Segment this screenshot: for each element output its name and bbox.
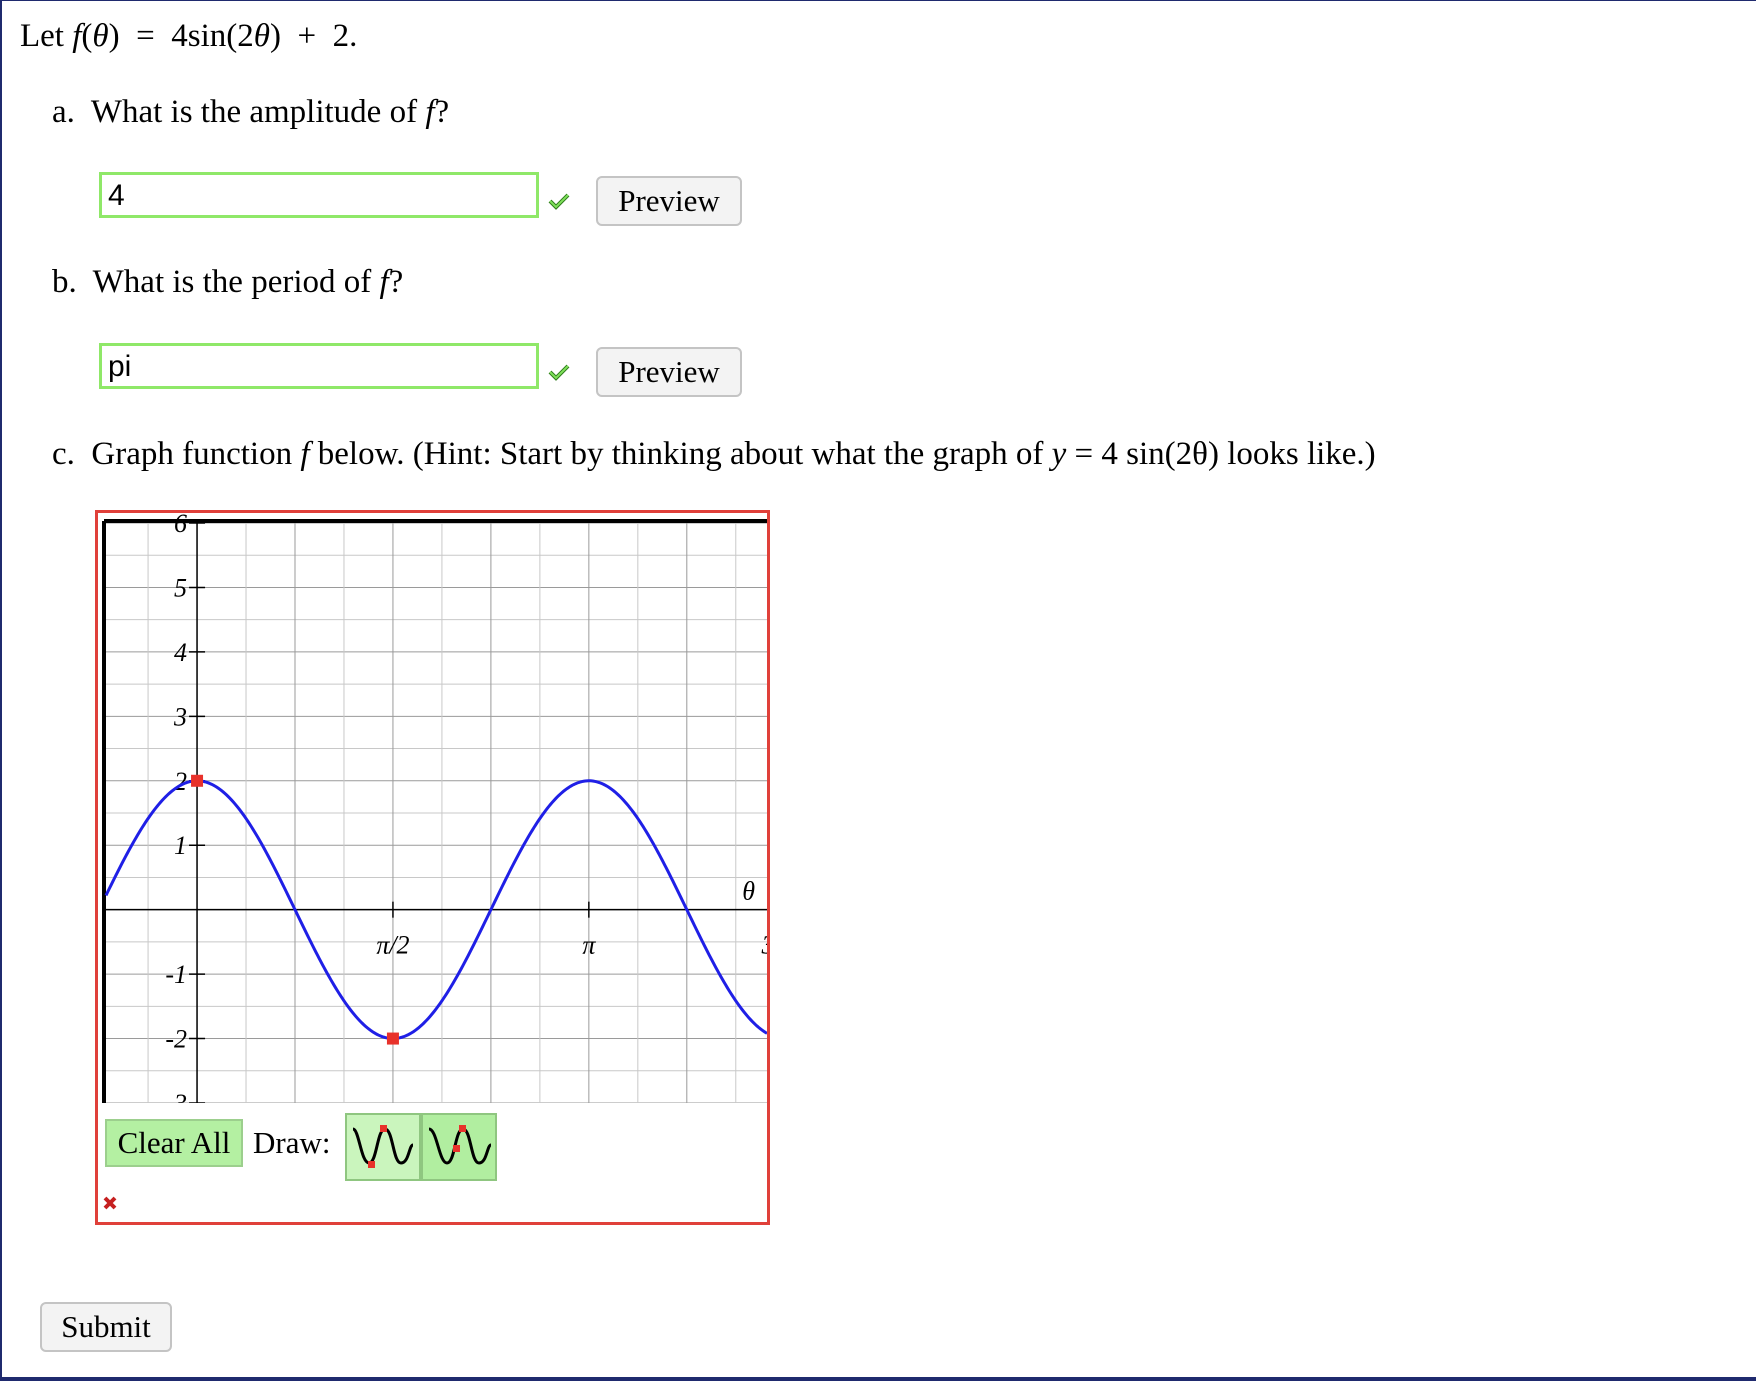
statement-plus: + xyxy=(297,18,317,54)
graph-widget: 654321-1-2-3π/2π3π/22πθ Clear All Draw: xyxy=(95,510,770,1225)
incorrect-x-icon xyxy=(103,1196,117,1210)
statement-fn: sin xyxy=(187,18,227,54)
question-c-text-before: Graph function xyxy=(91,436,293,472)
statement-inner-coef: 2 xyxy=(237,18,254,54)
statement-coef: 4 xyxy=(171,18,188,54)
statement-lparen: ( xyxy=(81,18,93,54)
question-a: a. What is the amplitude of f? xyxy=(52,94,449,131)
question-c-equals: = xyxy=(1074,436,1094,472)
statement-rparen: ) xyxy=(108,18,120,54)
y-tick-label: 3 xyxy=(173,702,187,731)
submit-button[interactable]: Submit xyxy=(40,1302,172,1352)
draw-label: Draw: xyxy=(253,1125,331,1160)
y-tick-label: 6 xyxy=(174,513,187,538)
statement-equals: = xyxy=(136,18,155,54)
statement-inner-arg: θ xyxy=(253,18,270,54)
correct-check-icon xyxy=(548,193,570,210)
question-b-label: b. xyxy=(52,264,77,300)
question-c-text-mid: below. (Hint: Start by thinking about wh… xyxy=(317,436,1044,472)
statement-intro: Let xyxy=(20,18,64,54)
period-answer-input[interactable]: pi xyxy=(99,343,539,389)
question-a-label: a. xyxy=(52,94,75,130)
question-c-text-after: looks like.) xyxy=(1227,436,1376,472)
preview-button-a[interactable]: Preview xyxy=(596,176,742,226)
x-tick-label: π xyxy=(582,931,596,960)
control-point xyxy=(386,1032,399,1045)
statement-period: . xyxy=(349,18,358,54)
question-c-yvar: y xyxy=(1051,436,1067,472)
statement-const: 2 xyxy=(332,18,350,54)
clear-all-button[interactable]: Clear All xyxy=(105,1119,243,1167)
graph-canvas[interactable]: 654321-1-2-3π/2π3π/22πθ xyxy=(98,513,767,1103)
question-a-text: What is the amplitude of xyxy=(90,94,418,130)
cosine-wave-icon xyxy=(428,1125,492,1165)
question-a-qmark: ? xyxy=(434,94,450,130)
problem-statement: Let f(θ) = 4sin(2θ) + 2. xyxy=(20,18,358,54)
question-b-var: f xyxy=(379,264,389,300)
x-axis-label: θ xyxy=(742,877,755,906)
cosine-tool-button[interactable] xyxy=(421,1113,497,1181)
y-tick-label: 1 xyxy=(174,831,187,860)
preview-button-b[interactable]: Preview xyxy=(596,347,742,397)
control-point xyxy=(191,774,204,787)
question-c-hint-expr: 4 sin(2θ) xyxy=(1101,436,1219,472)
x-tick-label: π/2 xyxy=(376,931,409,960)
question-b-text: What is the period of xyxy=(92,264,372,300)
bottom-bar xyxy=(0,1377,1756,1381)
y-tick-label: 5 xyxy=(174,573,187,602)
question-b: b. What is the period of f? xyxy=(52,264,403,301)
question-c-label: c. xyxy=(52,436,75,472)
question-c-var: f xyxy=(300,436,310,472)
y-tick-label: -2 xyxy=(165,1025,187,1054)
x-tick-label: 3π/2 xyxy=(761,931,767,960)
question-b-qmark: ? xyxy=(388,264,404,300)
sine-wave-icon xyxy=(352,1125,414,1168)
amplitude-answer-input[interactable]: 4 xyxy=(99,172,539,218)
correct-check-icon xyxy=(548,364,570,381)
sine-tool-button[interactable] xyxy=(345,1113,421,1181)
question-c: c. Graph function f below. (Hint: Start … xyxy=(52,436,1376,473)
y-tick-label: -3 xyxy=(165,1089,187,1103)
y-tick-label: 4 xyxy=(174,638,187,667)
y-tick-label: -1 xyxy=(165,960,187,989)
y-tick-label: 2 xyxy=(174,767,187,796)
statement-arg: θ xyxy=(92,18,109,54)
